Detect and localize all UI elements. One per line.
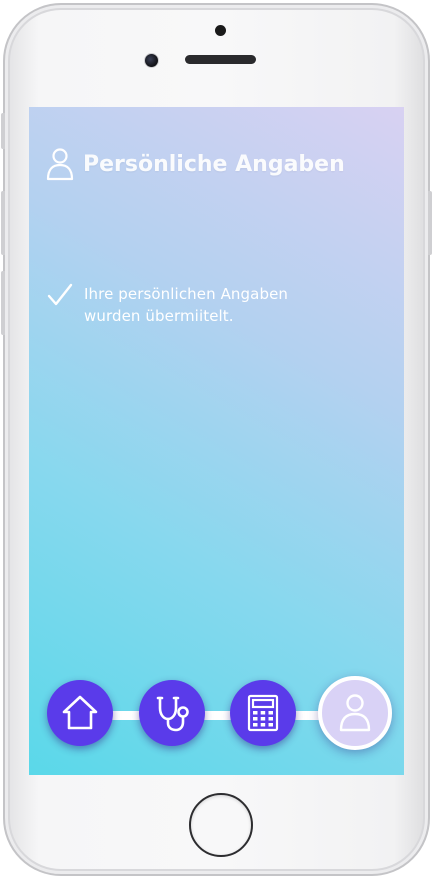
volume-up-button: [1, 191, 5, 255]
confirmation-message: Ihre persönlichen Angaben wurden übermii…: [47, 283, 344, 327]
checkmark-icon: [47, 283, 73, 306]
nav-doctor-button[interactable]: [139, 680, 205, 746]
stethoscope-icon: [156, 696, 189, 732]
confirmation-text: Ihre persönlichen Angaben wurden übermii…: [84, 283, 344, 327]
home-hardware-button[interactable]: [189, 793, 253, 857]
front-camera: [144, 53, 159, 68]
page-header: Persönliche Angaben: [45, 147, 345, 181]
confirmation-line-1: Ihre persönlichen Angaben: [84, 285, 289, 303]
app-screen: Persönliche Angaben Ihre persönlichen An…: [29, 107, 404, 775]
nav-profile-button[interactable]: [318, 676, 392, 750]
calculator-icon: [247, 694, 279, 732]
mute-switch: [1, 113, 5, 149]
home-icon: [62, 695, 98, 730]
person-icon: [46, 148, 74, 181]
person-icon: [339, 694, 371, 732]
nav-calculator-button[interactable]: [230, 680, 296, 746]
page-title: Persönliche Angaben: [83, 151, 345, 177]
confirmation-line-2: wurden übermiitelt.: [84, 307, 234, 325]
front-sensor: [215, 25, 226, 36]
earpiece-speaker: [185, 55, 256, 64]
power-button: [428, 191, 432, 255]
nav-home-button[interactable]: [47, 680, 113, 746]
volume-down-button: [1, 271, 5, 335]
